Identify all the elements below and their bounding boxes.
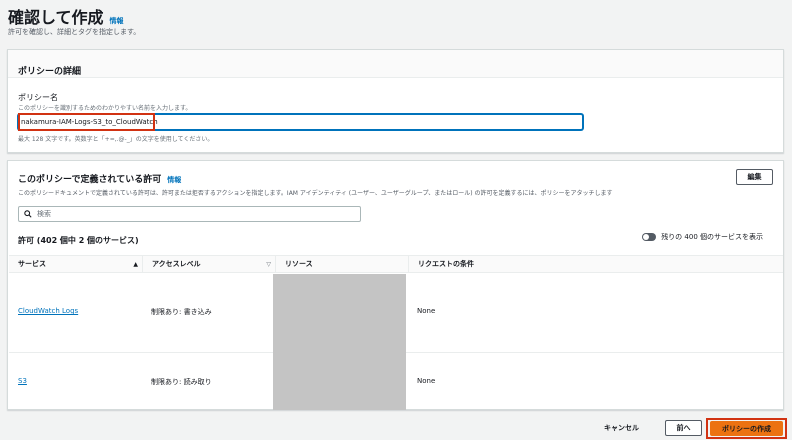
permissions-description: このポリシードキュメントで定義されている許可は、許可または拒否するアクションを指…	[18, 190, 613, 197]
access-level-cell: 制限あり: 書き込み	[151, 308, 212, 316]
service-link-s3[interactable]: S3	[18, 377, 27, 385]
column-access-level-label: アクセスレベル	[152, 260, 201, 268]
column-header-condition: リクエストの条件	[408, 256, 783, 273]
permissions-card: このポリシーで定義されている許可 情報 このポリシードキュメントで定義されている…	[7, 160, 784, 410]
create-policy-button[interactable]: ポリシーの作成	[710, 421, 783, 436]
column-header-resource: リソース	[275, 256, 408, 273]
show-remaining-toggle-wrap[interactable]: 残りの 400 個のサービスを表示	[642, 232, 763, 242]
column-resource-label: リソース	[285, 260, 313, 268]
policy-details-card: ポリシーの詳細 ポリシー名 このポリシーを識別するためのわかりやすい名前を入力し…	[7, 49, 784, 153]
policy-details-header: ポリシーの詳細	[8, 50, 783, 78]
page-subtitle: 許可を確認し、詳細とタグを指定します。	[8, 28, 141, 36]
permissions-title-row: このポリシーで定義されている許可 情報	[18, 172, 181, 185]
edit-button[interactable]: 編集	[736, 169, 773, 185]
previous-button[interactable]: 前へ	[665, 420, 702, 436]
column-header-access-level[interactable]: アクセスレベル ▽	[142, 256, 275, 273]
page-title: 確認して作成	[8, 8, 104, 27]
page-title-row: 確認して作成 情報	[8, 4, 124, 28]
cancel-button[interactable]: キャンセル	[604, 420, 639, 436]
policy-name-constraint: 最大 128 文字です。英数字と「+=,.@-_」の文字を使用してください。	[18, 136, 214, 143]
resource-redacted-area	[273, 274, 406, 410]
sort-descending-icon[interactable]: ▽	[266, 256, 271, 273]
header-info-link[interactable]: 情報	[110, 16, 124, 26]
page: 確認して作成 情報 許可を確認し、詳細とタグを指定します。 ポリシーの詳細 ポリ…	[0, 0, 792, 440]
permissions-title: このポリシーで定義されている許可	[18, 175, 162, 185]
column-condition-label: リクエストの条件	[418, 260, 474, 268]
policy-name-label: ポリシー名	[18, 93, 58, 102]
condition-cell: None	[417, 377, 436, 385]
policy-name-description: このポリシーを識別するためのわかりやすい名前を入力します。	[18, 105, 192, 112]
show-remaining-toggle[interactable]	[642, 233, 657, 241]
policy-name-input[interactable]: nakamura-IAM-Logs-S3_to_CloudWatch	[18, 114, 583, 130]
permissions-table-header: サービス ▲ アクセスレベル ▽ リソース リクエストの条件	[9, 255, 783, 273]
permissions-info-link[interactable]: 情報	[167, 175, 181, 185]
search-icon	[24, 210, 32, 218]
show-remaining-label: 残りの 400 個のサービスを表示	[661, 233, 763, 241]
permissions-count: 許可 (402 個中 2 個のサービス)	[18, 236, 139, 245]
sort-ascending-icon[interactable]: ▲	[133, 256, 138, 273]
service-link-cloudwatch-logs[interactable]: CloudWatch Logs	[18, 307, 78, 315]
condition-cell: None	[417, 307, 436, 315]
search-input[interactable]	[37, 210, 337, 218]
column-header-service[interactable]: サービス ▲	[9, 256, 142, 273]
search-box[interactable]	[18, 206, 361, 222]
policy-details-title: ポリシーの詳細	[18, 67, 82, 77]
access-level-cell: 制限あり: 読み取り	[151, 378, 212, 386]
column-service-label: サービス	[18, 260, 46, 268]
footer-actions: キャンセル 前へ ポリシーの作成	[0, 418, 792, 440]
